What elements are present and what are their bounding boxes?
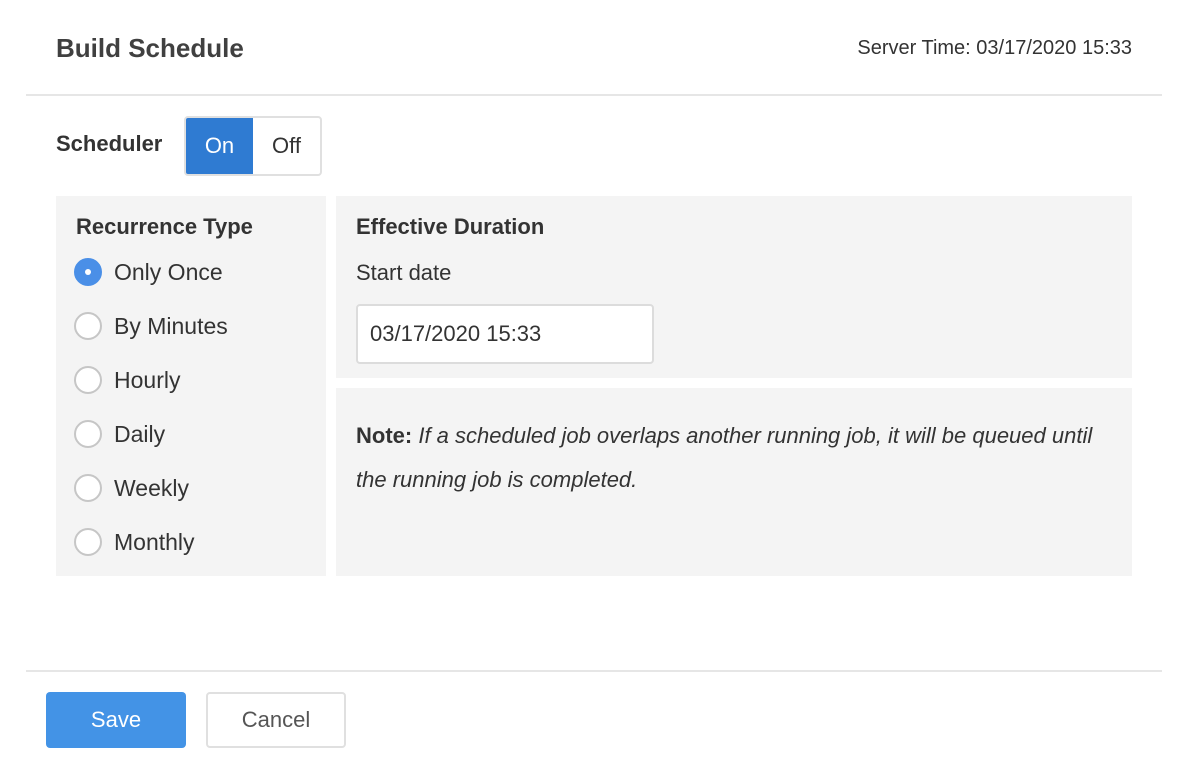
start-date-label: Start date: [356, 260, 452, 285]
recurrence-option-only-once[interactable]: Only Once: [74, 256, 223, 288]
radio-monthly[interactable]: [74, 528, 102, 556]
radio-label: Weekly: [114, 474, 189, 501]
recurrence-type-panel: Recurrence Type Only Once By Minutes Hou…: [56, 196, 326, 576]
note-panel: Note: If a scheduled job overlaps anothe…: [336, 388, 1132, 576]
scheduler-on-button[interactable]: On: [186, 118, 253, 174]
effective-duration-title: Effective Duration: [356, 214, 545, 239]
radio-daily[interactable]: [74, 420, 102, 448]
recurrence-option-hourly[interactable]: Hourly: [74, 364, 180, 396]
radio-label: Only Once: [114, 258, 223, 285]
scheduler-toggle: On Off: [184, 116, 322, 176]
dialog-footer: Save Cancel: [26, 670, 1162, 770]
radio-label: Daily: [114, 420, 166, 447]
note-text: If a scheduled job overlaps another runn…: [356, 423, 1093, 492]
dialog-header: Build Schedule Server Time: 03/17/2020 1…: [26, 0, 1162, 96]
radio-by-minutes[interactable]: [74, 312, 102, 340]
recurrence-option-daily[interactable]: Daily: [74, 418, 165, 450]
scheduler-label: Scheduler: [56, 131, 163, 156]
radio-label: Monthly: [114, 528, 195, 555]
recurrence-option-weekly[interactable]: Weekly: [74, 472, 189, 504]
page-title: Build Schedule: [56, 33, 244, 63]
recurrence-type-title: Recurrence Type: [76, 214, 253, 239]
note-label: Note:: [356, 423, 413, 448]
scheduler-off-button[interactable]: Off: [253, 118, 320, 174]
save-button[interactable]: Save: [46, 692, 186, 748]
radio-only-once[interactable]: [74, 258, 102, 286]
server-time: Server Time: 03/17/2020 15:33: [857, 37, 1132, 59]
recurrence-option-by-minutes[interactable]: By Minutes: [74, 310, 228, 342]
start-date-input[interactable]: [356, 304, 654, 364]
radio-hourly[interactable]: [74, 366, 102, 394]
radio-weekly[interactable]: [74, 474, 102, 502]
build-schedule-dialog: Build Schedule Server Time: 03/17/2020 1…: [0, 0, 1178, 770]
effective-duration-panel: Effective Duration Start date: [336, 196, 1132, 378]
radio-label: Hourly: [114, 366, 181, 393]
cancel-button[interactable]: Cancel: [206, 692, 346, 748]
recurrence-option-monthly[interactable]: Monthly: [74, 526, 195, 558]
radio-label: By Minutes: [114, 312, 228, 339]
